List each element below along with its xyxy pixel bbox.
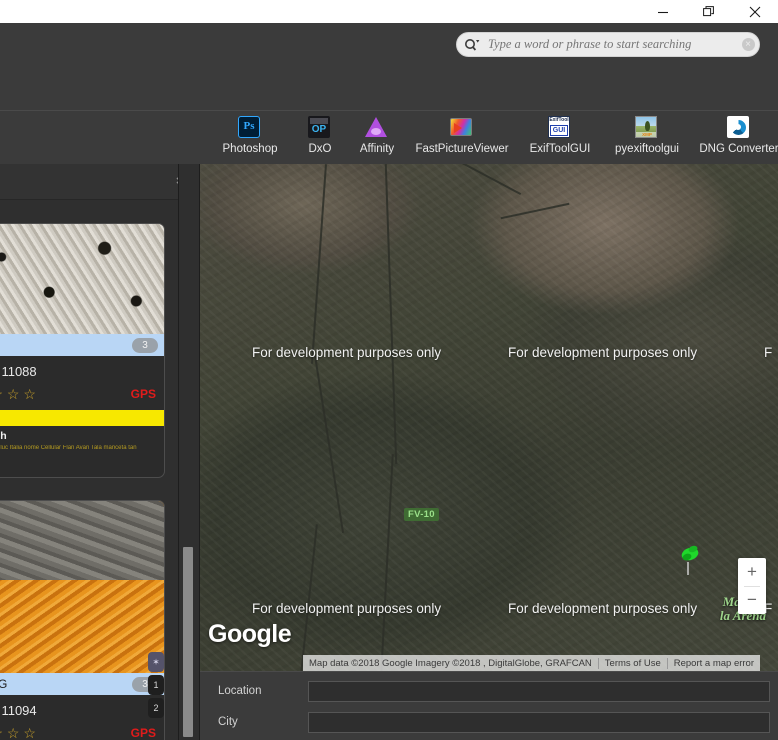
scrollbar-track[interactable] (181, 164, 193, 740)
card-rating-row: ☆ ☆ ☆ ☆ GPS (0, 385, 156, 403)
form-row-city: City (208, 709, 770, 735)
card-metadata: z. F. 11094 ☆ ☆ ☆ ☆ GPS (0, 695, 164, 740)
city-input[interactable] (308, 711, 770, 733)
gps-badge: GPS (130, 387, 156, 401)
map-watermark: For development purposes only (508, 601, 698, 616)
photoshop-icon: Ps (238, 116, 262, 140)
map-terrain-texture (200, 164, 778, 671)
map-view[interactable]: For development purposes only For develo… (200, 164, 778, 671)
file-row[interactable]: .JPG 3 (0, 334, 164, 356)
toolbar-items: Ps Photoshop OP DxO Affinity FastPicture… (208, 111, 778, 165)
card-note: Teldes i Cluc Italia nome Cellular Flan … (0, 445, 137, 451)
gps-badge: GPS (130, 726, 156, 740)
zoom-out-button[interactable]: − (738, 586, 766, 614)
location-input[interactable] (308, 680, 770, 702)
toolbar-label-fastpictureviewer: FastPictureViewer (415, 143, 509, 155)
card-title: z. F. 11088 (0, 364, 37, 379)
minitab-1[interactable]: 1 (148, 675, 164, 695)
road-shield-fv10: FV-10 (404, 508, 439, 521)
map-watermark: For development purposes only (252, 345, 442, 360)
map-zoom-control: + − (738, 558, 766, 614)
card-footer: 11:13h Teldes i Cluc Italia nome Cellula… (0, 426, 164, 452)
sidebar-header (0, 164, 200, 200)
thumbnail-sidebar: .JPG 3 z. F. 11088 ☆ ☆ ☆ ☆ GPS 11:13h Te… (0, 164, 200, 740)
capture-time: 11:13h (0, 430, 7, 442)
toolbar-label-photoshop: Photoshop (222, 143, 278, 155)
attribution-mapdata: Map data ©2018 Google Imagery ©2018 , Di… (309, 657, 592, 669)
app-window: × Ps Photoshop OP DxO Affinity (0, 0, 778, 740)
progress-bar (0, 410, 164, 426)
location-label: Location (218, 685, 262, 697)
map-attribution-bar: Map data ©2018 Google Imagery ©2018 , Di… (303, 655, 761, 671)
card-title: z. F. 11094 (0, 703, 37, 718)
dxo-icon: OP (308, 116, 332, 140)
toolbar-label-exiftoolgui: ExifToolGUI (529, 143, 591, 155)
toolbar-item-dngconverter[interactable]: DNG Converter (692, 111, 778, 155)
minitab-2[interactable]: 2 (148, 698, 164, 718)
map-watermark: For development purposes only (508, 345, 698, 360)
card-rating-row: ☆ ☆ ☆ ☆ GPS (0, 724, 156, 740)
restore-button[interactable] (686, 0, 732, 23)
toolbar-label-dxo: DxO (308, 143, 332, 155)
fastpictureviewer-icon (450, 116, 474, 140)
zoom-in-button[interactable]: + (738, 558, 766, 586)
toolbar-item-pyexiftoolgui[interactable]: pyexiftoolgui (602, 111, 692, 155)
toolbar-item-photoshop[interactable]: Ps Photoshop (208, 111, 292, 155)
search-row: × (0, 23, 778, 71)
zoom-divider (744, 586, 760, 587)
close-button[interactable] (732, 0, 778, 23)
card-metadata: z. F. 11088 ☆ ☆ ☆ ☆ GPS (0, 356, 164, 403)
file-name: .JPG (0, 338, 1, 352)
city-label: City (218, 716, 238, 728)
thumbnail-image[interactable] (0, 501, 164, 673)
search-input[interactable] (486, 37, 737, 52)
map-watermark: For development purposes only (252, 601, 442, 616)
dngconverter-icon (727, 116, 751, 140)
exiftoolgui-icon: ExifTool GUI (548, 116, 572, 140)
metadata-form: Location City (200, 671, 778, 740)
toolbar-item-fastpictureviewer[interactable]: FastPictureViewer (406, 111, 518, 155)
file-row[interactable]: 2.JPG 3 (0, 673, 164, 695)
list-item[interactable]: 2.JPG 3 z. F. 11094 ☆ ☆ ☆ ☆ GPS (0, 500, 165, 740)
toolbar-label-pyexiftoolgui: pyexiftoolgui (615, 143, 679, 155)
mini-tab-strip: ✶ 1 2 (148, 652, 164, 721)
minitab-favorites[interactable]: ✶ (148, 652, 164, 672)
sidebar-body: .JPG 3 z. F. 11088 ☆ ☆ ☆ ☆ GPS 11:13h Te… (0, 200, 200, 740)
clear-search-glyph: × (741, 38, 755, 51)
map-watermark: F (764, 345, 773, 360)
status-badge: 3 (132, 337, 158, 353)
toolbar-label-dngconverter: DNG Converter (699, 143, 778, 155)
app-toolbar: Ps Photoshop OP DxO Affinity FastPicture… (0, 110, 778, 164)
scrollbar-thumb[interactable] (183, 547, 193, 737)
thumbnail-image[interactable] (0, 224, 164, 334)
terms-of-use-link[interactable]: Terms of Use (599, 658, 667, 669)
google-logo: Google (208, 620, 292, 648)
search-icon[interactable] (458, 33, 486, 56)
clear-search-icon[interactable]: × (737, 33, 759, 56)
green-pushpin-marker[interactable] (678, 542, 700, 576)
star-rating[interactable]: ☆ ☆ ☆ ☆ (0, 726, 36, 740)
search-box[interactable]: × (456, 32, 760, 57)
form-row-location: Location (208, 678, 770, 704)
sidebar-scroll-column (178, 164, 200, 740)
title-bar (0, 0, 778, 23)
affinity-icon (365, 116, 389, 140)
minimize-button[interactable] (640, 0, 686, 23)
toolbar-item-exiftoolgui[interactable]: ExifTool GUI ExifToolGUI (518, 111, 602, 155)
star-rating[interactable]: ☆ ☆ ☆ ☆ (0, 387, 36, 401)
toolbar-label-affinity: Affinity (359, 143, 395, 155)
pyexiftoolgui-icon (635, 116, 659, 140)
list-item[interactable]: .JPG 3 z. F. 11088 ☆ ☆ ☆ ☆ GPS 11:13h Te… (0, 223, 165, 478)
report-map-error-link[interactable]: Report a map error (668, 658, 760, 669)
toolbar-item-dxo[interactable]: OP DxO (292, 111, 348, 155)
toolbar-item-affinity[interactable]: Affinity (348, 111, 406, 155)
file-name: 2.JPG (0, 677, 7, 691)
